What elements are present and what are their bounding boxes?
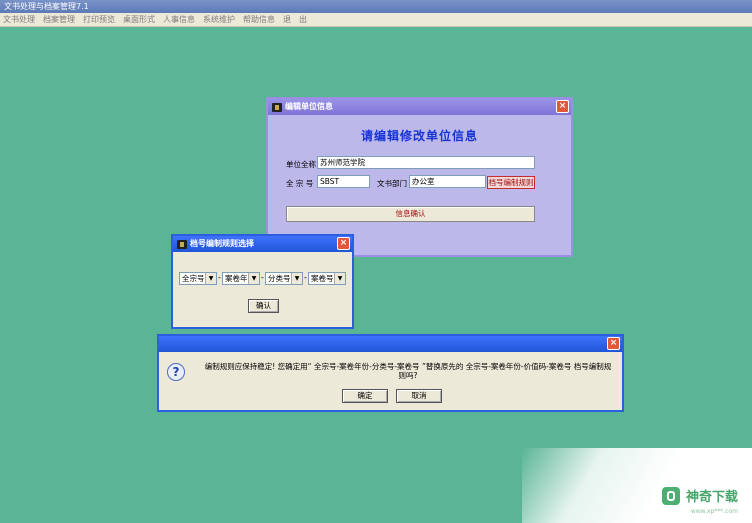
rule-combo-fonds[interactable]: 全宗号 ▼ [179,272,217,285]
rule-dialog-title-bar[interactable]: 档号编制规则选择 × [173,236,352,252]
unit-dialog-heading: 请编辑修改单位信息 [360,129,478,143]
question-icon: ? [167,363,185,381]
app-title-bar: 文书处理与档案管理7.1 [0,0,752,13]
combo-value: 全宗号 [182,274,205,283]
combo-value: 案卷年 [225,274,248,283]
combo-value: 分类号 [268,274,291,283]
confirm-dialog-title-bar[interactable]: × [159,336,622,352]
chevron-down-icon[interactable]: ▼ [248,273,259,284]
menu-item[interactable]: 出 [299,13,307,26]
menu-item[interactable]: 打印预览 [83,13,115,26]
close-icon[interactable]: × [607,337,620,350]
unit-dialog-title: 编辑单位信息 [285,102,333,111]
chevron-down-icon[interactable]: ▼ [334,273,345,284]
fullname-label: 单位全称 [286,160,316,169]
watermark-url: www.xp***.com [690,508,738,515]
unit-dialog-title-bar[interactable]: 编辑单位信息 × [268,99,571,115]
confirm-dialog: × ? 编制规则应保持稳定! 您确定用“ 全宗号-案卷年份-分类号-案卷号 ”替… [157,334,624,412]
rule-combo-class[interactable]: 分类号 ▼ [265,272,303,285]
app-title: 文书处理与档案管理7.1 [4,2,89,11]
menu-item[interactable]: 人事信息 [163,13,195,26]
menu-item[interactable]: 系统维护 [203,13,235,26]
menu-item[interactable]: 帮助信息 [243,13,275,26]
dept-label: 文书部门 [377,179,407,188]
menu-bar: 文书处理 档案管理 打印预览 桌面形式 人事信息 系统维护 帮助信息 退 出 [0,13,752,27]
confirm-cancel-button[interactable]: 取消 [396,389,442,403]
app-icon [177,239,187,249]
separator: - [261,273,264,282]
chevron-down-icon[interactable]: ▼ [205,273,216,284]
combo-value: 案卷号 [311,274,334,283]
rule-dialog-title: 档号编制规则选择 [190,239,254,248]
rule-combo-volume[interactable]: 案卷号 ▼ [308,272,346,285]
archive-rule-button[interactable]: 档号编制规则 [487,176,535,189]
menu-item[interactable]: 桌面形式 [123,13,155,26]
unit-info-dialog: 编辑单位信息 × 请编辑修改单位信息 单位全称 苏州师范学院 全 宗 号 SBS… [266,97,573,257]
app-icon [272,102,282,112]
menu-item[interactable]: 退 [283,13,291,26]
watermark-logo: 神奇下载 [661,486,738,505]
watermark-brand: 神奇下载 [685,490,738,505]
menu-item[interactable]: 文书处理 [3,13,35,26]
separator: - [218,273,221,282]
fullname-input[interactable]: 苏州师范学院 [317,156,535,169]
close-icon[interactable]: × [337,237,350,250]
separator: - [304,273,307,282]
close-icon[interactable]: × [556,100,569,113]
menu-item[interactable]: 档案管理 [43,13,75,26]
confirm-ok-button[interactable]: 确定 [342,389,388,403]
fonds-label: 全 宗 号 [286,179,314,188]
confirm-message: 编制规则应保持稳定! 您确定用“ 全宗号-案卷年份-分类号-案卷号 ”替换原先的… [204,362,612,380]
archive-rule-dialog: 档号编制规则选择 × 全宗号 ▼ - 案卷年 ▼ - 分类号 ▼ - 案卷号 ▼… [171,234,354,329]
rule-ok-button[interactable]: 确认 [248,299,279,313]
confirm-info-button[interactable]: 信息确认 [286,206,535,222]
fonds-input[interactable]: SBST [317,175,370,188]
rule-combo-year[interactable]: 案卷年 ▼ [222,272,260,285]
dept-input[interactable]: 办公室 [409,175,486,188]
chevron-down-icon[interactable]: ▼ [291,273,302,284]
logo-icon [661,486,680,505]
